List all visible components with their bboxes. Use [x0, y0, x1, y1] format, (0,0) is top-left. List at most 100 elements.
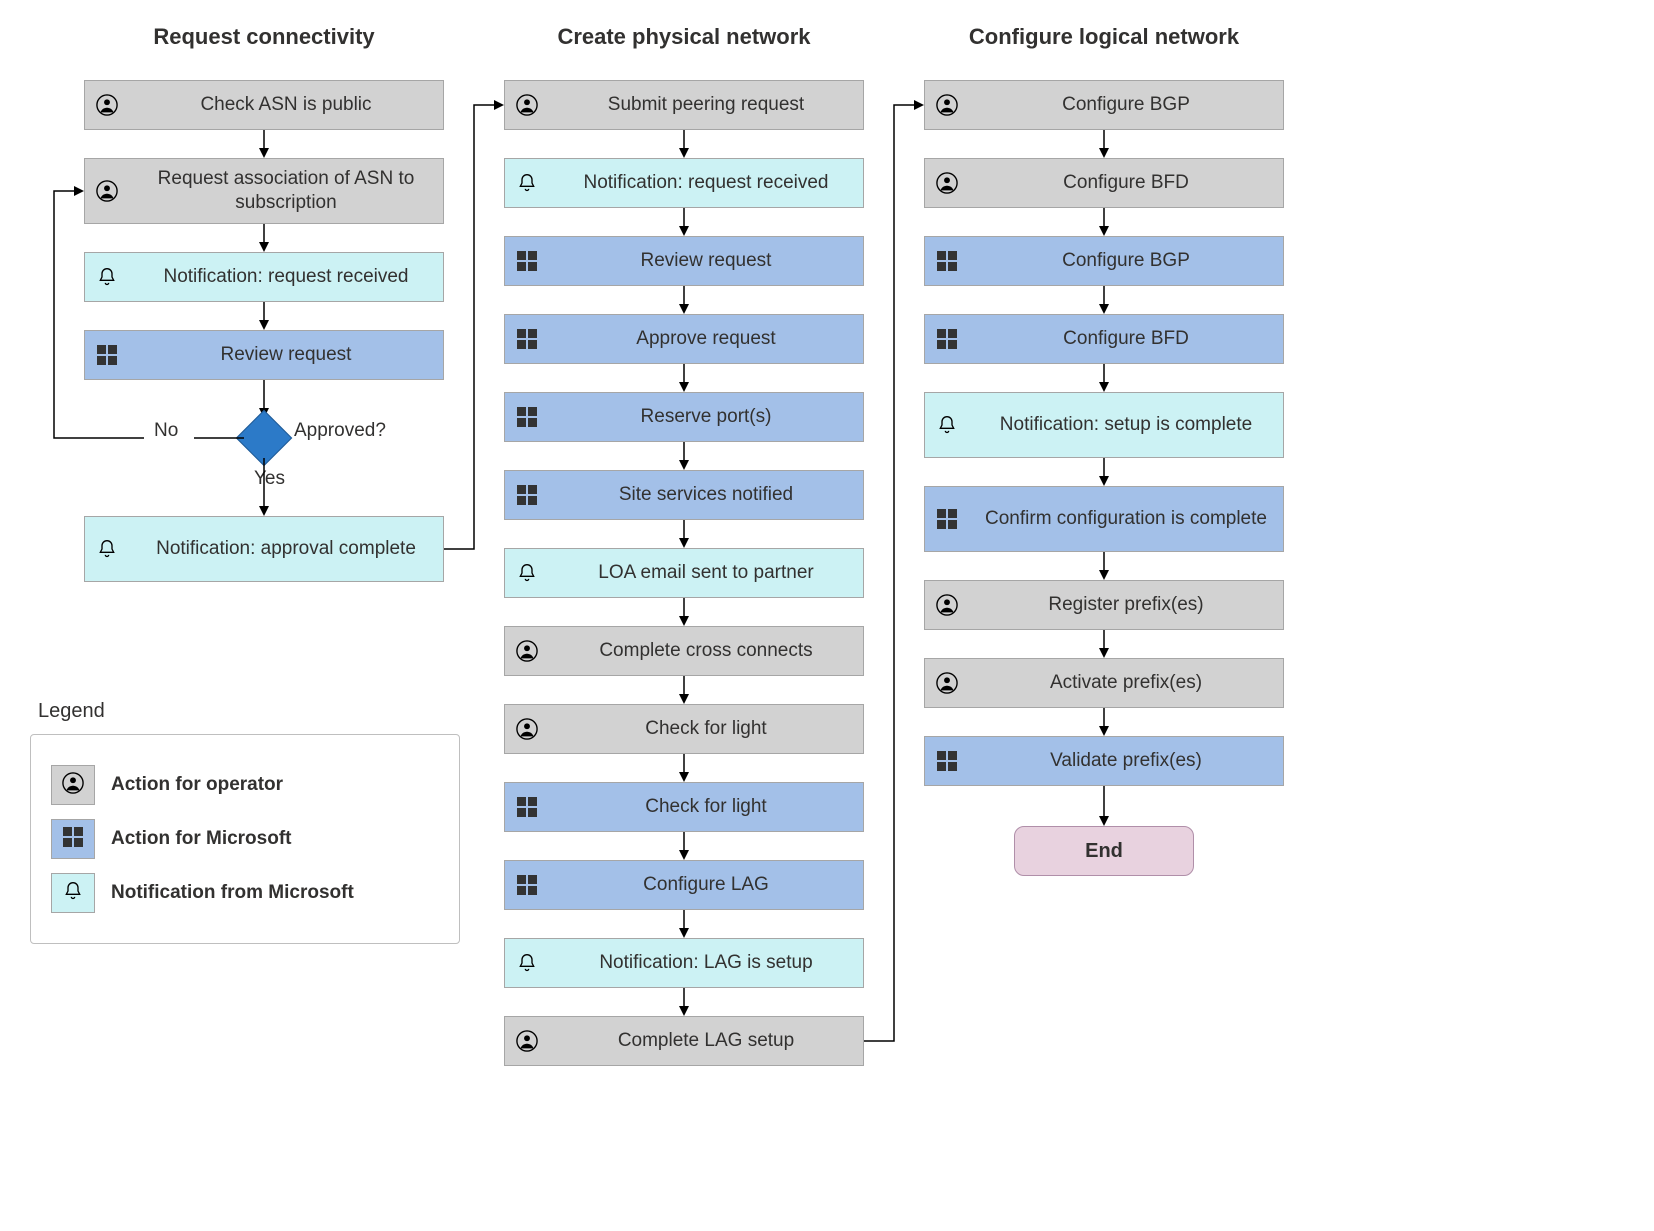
bell-icon — [85, 538, 129, 560]
c2-step-site-services: Site services notified — [504, 470, 864, 520]
arrow-down-icon — [679, 130, 689, 158]
decision-yes-label: Yes — [254, 468, 285, 490]
end-label: End — [1085, 840, 1123, 863]
arrow-down-icon — [1099, 458, 1109, 486]
microsoft-logo-icon — [63, 827, 83, 852]
arrow-down-icon — [1099, 552, 1109, 580]
legend-title: Legend — [38, 700, 105, 723]
person-icon — [925, 94, 969, 116]
column-title-c2: Create physical network — [504, 24, 864, 50]
c1-step-review-request: Review request — [84, 330, 444, 380]
microsoft-logo-icon — [505, 329, 549, 349]
c2-step-approve-request: Approve request — [504, 314, 864, 364]
arrow-down-icon — [679, 598, 689, 626]
microsoft-logo-icon — [505, 875, 549, 895]
arrow-down-icon — [259, 302, 269, 330]
microsoft-logo-icon — [925, 509, 969, 529]
arrow-down-icon — [679, 910, 689, 938]
step-label: Request association of ASN to subscripti… — [129, 167, 443, 215]
c2-step-configure-lag: Configure LAG — [504, 860, 864, 910]
arrow-down-icon — [1099, 786, 1109, 826]
step-label: Complete cross connects — [549, 639, 863, 663]
c2-step-cross-connects: Complete cross connects — [504, 626, 864, 676]
step-label: Reserve port(s) — [549, 405, 863, 429]
arrow-down-icon — [679, 676, 689, 704]
microsoft-logo-icon — [925, 329, 969, 349]
microsoft-logo-icon — [85, 345, 129, 365]
person-icon — [85, 94, 129, 116]
step-label: Check ASN is public — [129, 93, 443, 117]
bell-icon — [63, 880, 83, 907]
step-label: Review request — [129, 343, 443, 367]
legend-label-microsoft: Action for Microsoft — [111, 828, 292, 850]
arrow-down-icon — [679, 208, 689, 236]
arrow-down-icon — [679, 832, 689, 860]
step-label: Configure BGP — [969, 93, 1283, 117]
step-label: Complete LAG setup — [549, 1029, 863, 1053]
microsoft-logo-icon — [505, 407, 549, 427]
legend-swatch-microsoft — [51, 819, 95, 859]
arrow-down-icon — [1099, 130, 1109, 158]
person-icon — [85, 180, 129, 202]
step-label: Site services notified — [549, 483, 863, 507]
c1-step-check-asn: Check ASN is public — [84, 80, 444, 130]
arrow-down-icon — [1099, 364, 1109, 392]
c2-step-submit-peering: Submit peering request — [504, 80, 864, 130]
c3-step-configure-bgp-ms: Configure BGP — [924, 236, 1284, 286]
legend-row-operator: Action for operator — [51, 765, 439, 805]
step-label: Register prefix(es) — [969, 593, 1283, 617]
c3-step-activate-prefixes: Activate prefix(es) — [924, 658, 1284, 708]
arrow-down-icon — [259, 130, 269, 158]
c2-step-reserve-ports: Reserve port(s) — [504, 392, 864, 442]
arrow-down-icon — [1099, 708, 1109, 736]
person-icon — [505, 1030, 549, 1052]
column-title-c1: Request connectivity — [84, 24, 444, 50]
decision-diamond — [236, 410, 293, 467]
microsoft-logo-icon — [505, 485, 549, 505]
arrow-down-icon — [1099, 286, 1109, 314]
c3-step-confirm-config: Confirm configuration is complete — [924, 486, 1284, 552]
c2-step-loa-email: LOA email sent to partner — [504, 548, 864, 598]
step-label: Configure LAG — [549, 873, 863, 897]
person-icon — [62, 772, 84, 799]
c3-step-configure-bfd-op: Configure BFD — [924, 158, 1284, 208]
step-label: Notification: approval complete — [129, 537, 443, 561]
c2-step-notif-received: Notification: request received — [504, 158, 864, 208]
step-label: Check for light — [549, 717, 863, 741]
legend-box: Action for operator Action for Microsoft… — [30, 734, 460, 944]
person-icon — [925, 594, 969, 616]
person-icon — [925, 172, 969, 194]
microsoft-logo-icon — [505, 251, 549, 271]
step-label: Configure BFD — [969, 327, 1283, 351]
bell-icon — [505, 952, 549, 974]
legend-swatch-operator — [51, 765, 95, 805]
c3-step-configure-bfd-ms: Configure BFD — [924, 314, 1284, 364]
person-icon — [505, 94, 549, 116]
bell-icon — [925, 414, 969, 436]
microsoft-logo-icon — [505, 797, 549, 817]
arrow-down-icon — [679, 286, 689, 314]
bell-icon — [505, 172, 549, 194]
arrow-down-icon — [1099, 208, 1109, 236]
legend-label-notification: Notification from Microsoft — [111, 882, 354, 904]
step-label: Notification: LAG is setup — [549, 951, 863, 975]
step-label: Approve request — [549, 327, 863, 351]
step-label: Notification: request received — [129, 265, 443, 289]
c3-step-notif-setup-complete: Notification: setup is complete — [924, 392, 1284, 458]
decision-no-label: No — [154, 420, 178, 442]
flowchart-canvas: Request connectivity Create physical net… — [24, 24, 1624, 1204]
legend-row-notification: Notification from Microsoft — [51, 873, 439, 913]
step-label: Validate prefix(es) — [969, 749, 1283, 773]
c3-step-configure-bgp-op: Configure BGP — [924, 80, 1284, 130]
c2-step-review-request: Review request — [504, 236, 864, 286]
c2-step-check-light-op: Check for light — [504, 704, 864, 754]
step-label: Notification: request received — [549, 171, 863, 195]
legend-label-operator: Action for operator — [111, 774, 283, 796]
arrow-down-icon — [679, 364, 689, 392]
column-title-c3: Configure logical network — [924, 24, 1284, 50]
step-label: Activate prefix(es) — [969, 671, 1283, 695]
arrow-down-icon — [679, 442, 689, 470]
person-icon — [505, 718, 549, 740]
step-label: Submit peering request — [549, 93, 863, 117]
legend-swatch-notification — [51, 873, 95, 913]
